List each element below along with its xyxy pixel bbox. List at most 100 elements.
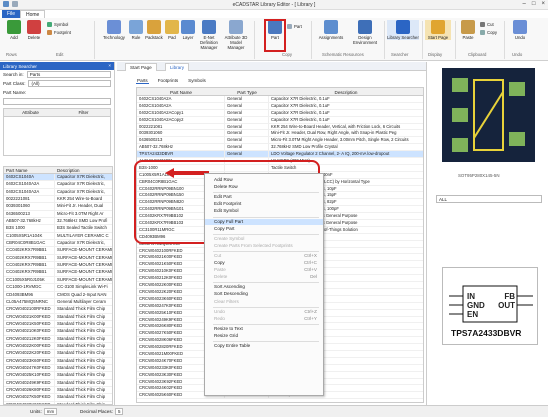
table-row[interactable]: 0039301060 Mini-Fit Jr. Header, Dual [4,203,112,211]
menu-item[interactable]: Add Row [205,177,323,183]
attribute-filter-grid[interactable]: Attribute Filter [3,108,111,156]
symbol-button[interactable]: Symbol [47,22,68,27]
table-row[interactable]: CC0402KRX7R9BB1 SURFACE-MOUNT CERAMI [4,269,112,277]
grid-part-type-header[interactable]: Part Type [225,88,269,95]
table-row[interactable]: CRCW04021K50FKED Standard Thick Film Chip [4,320,112,329]
start-page-button[interactable]: Start Page [425,20,451,40]
table-row[interactable]: CRCW04022K20FKED Standard Thick Film Chip [4,350,112,358]
assignments-button[interactable]: Assignments [314,20,348,40]
technology-button[interactable]: Technology [99,20,129,40]
filter-column-header[interactable]: Filter [57,109,110,116]
table-row[interactable]: CD4093BM96 CMOS Quad 2-Input NAN [4,291,112,299]
part-class-dropdown[interactable]: (All) [28,80,111,87]
table-row[interactable]: CC1005X5R0J105K SURFACE-MOUNT CERAMI [4,276,112,285]
tab-home[interactable]: Home [20,10,46,18]
table-row[interactable]: CC0402KRX7R9BB1 SURFACE-MOUNT CERAMI [4,254,112,263]
parts-result-table[interactable]: Part Name Description 0402CS1040A Capacit… [3,166,113,405]
table-row[interactable]: CRCW04022K00FKED Standard Thick Film Chip [4,342,112,351]
table-row[interactable]: TPS7A2433DBVR General LDO Voltage Regulato… [137,151,423,159]
tab-library[interactable]: Library [165,63,190,71]
tab-footprints[interactable]: Footprints [157,78,179,84]
table-row[interactable]: CRCW040210K0FKED Standard Thick Film Chip [4,328,112,336]
table-row[interactable]: 0402CS1040A2A General Capacitor X7R Dielec… [137,96,423,103]
table-row[interactable]: CRCW040212K0FKED Standard Thick Film Chip [4,335,112,343]
table-row[interactable]: CRCW040247K0FKED Standard Thick Film Chip [4,364,112,373]
part-name-cell: 0039301060 [4,203,55,210]
table-row[interactable]: CRCW04026K80FKED Standard Thick Film Chip [4,386,112,395]
table-row[interactable]: CRCW040249K9FKED Standard Thick Film Chip [4,379,112,387]
design-environment-button[interactable]: Design Environment [350,20,380,45]
grid-part-name-header[interactable]: Part Name [137,88,225,95]
part-name-input[interactable] [3,97,111,105]
table-row[interactable]: 0436500213 General Micro-Fit 3.0TM Right A… [137,137,423,145]
tab-symbols[interactable]: Symbols [187,78,207,84]
close-icon[interactable]: × [541,1,545,7]
menu-item[interactable]: Copy Entire Table [205,343,323,349]
table-row[interactable]: CRCW04021K00FKED Standard Thick Film Chip [4,313,112,321]
maximize-icon[interactable]: □ [532,1,536,7]
attribute-column-header[interactable]: Attribute [4,109,57,116]
table-row[interactable]: AB507-32.768kHz General 32.768kHz SMD Low … [137,144,423,152]
menu-item[interactable]: Resize Grid [205,333,323,339]
part-small-button[interactable]: Part [287,24,302,29]
menu-item[interactable]: Resize to Text [205,326,323,332]
table-row[interactable]: CRCW04023K60FKED Standard Thick Film Chip [4,357,112,365]
copy-button[interactable]: Copy [480,30,497,35]
table-row[interactable]: 0402CS1040A2A Capacitor X7R Dielectric, [4,188,112,197]
table-row[interactable]: 0402CS1040A2A General Capacitor X7R Dielec… [137,102,423,110]
paste-button[interactable]: Paste [458,20,478,40]
table-row[interactable]: 0402CS1040A2A Capacitor X7R Dielectric, [4,181,112,189]
table-row[interactable]: 0436500213 Micro-Fit 3.0TM Right Ar [4,210,112,219]
table-row[interactable]: 0402CS1040A2ACopy2 General Capacitor X7R D… [137,116,423,124]
menu-item[interactable]: Edit Part [205,194,323,200]
table-row[interactable]: 0022221081 KKR 254 Wire-to-Board [4,196,112,204]
table-row[interactable]: AB507-32.768kHz 32.768kHz SMD Low Profi [4,218,112,226]
table-row[interactable]: CBR04C0R8B1GAC Capacitor X7R Dielectric, [4,240,112,248]
description-column-header[interactable]: Description [55,167,82,173]
menu-item[interactable]: Sort Ascending [205,284,323,290]
table-row[interactable]: 0402CS1040A2ACopy1 General Capacitor X7R D… [137,109,423,117]
search-in-dropdown[interactable]: Parts [26,71,111,78]
grid-description-header[interactable]: Description [269,88,423,95]
tab-parts[interactable]: Parts [136,78,149,84]
menu-item[interactable]: Copy Part [205,226,323,232]
layer-button[interactable]: Layer [179,20,197,40]
padstack-button[interactable]: Padstack [143,20,165,40]
table-row[interactable]: CC0402KRX7R9BB1 SURFACE-MOUNT CERAMI [4,247,112,255]
menu-item[interactable]: Edit Footprint [205,201,323,207]
pad-button[interactable]: Pad [164,20,180,40]
menu-item[interactable]: Copy Ctrl+C [205,260,323,266]
table-row[interactable]: 0039301060 General Mini-Fit Jr. Header, Du… [137,130,423,138]
decimals-input[interactable]: 5 [114,408,124,415]
table-row[interactable]: CRCW04027K50FKED Standard Thick Film Chip [4,394,112,402]
tab-file[interactable]: File [2,10,21,18]
menu-item[interactable]: Edit Symbol [205,208,323,214]
menu-item[interactable]: Copy Full Part [205,218,323,225]
minimize-icon[interactable]: – [523,1,526,7]
tab-start-page[interactable]: Start Page [125,63,157,71]
add-button[interactable]: Add [4,20,24,40]
table-row[interactable]: C1005X5R1A104K MULTILAYER CERAMIC C [4,232,112,241]
table-row[interactable]: CL05A475MQ5NRNC General Multilayer Ceram [4,298,112,307]
table-row[interactable]: CRCW04025K10FKED Standard Thick Film Chip [4,372,112,380]
table-row[interactable]: 0402CS1040A Capacitor X7R Dielectric, [4,174,112,182]
menu-item[interactable]: Delete Row [205,184,323,190]
undo-button[interactable]: Undo [510,20,530,40]
cut-button[interactable]: Cut [480,22,494,27]
table-row[interactable]: B3S 1000 B3S Sealed Tactile Switch [4,225,112,233]
layer-filter-dropdown[interactable]: ALL [436,195,542,203]
part-name-column-header[interactable]: Part Name [4,167,55,173]
table-row[interactable]: CRCW0402100RFKED Standard Thick Film Chip [4,306,112,314]
close-panel-icon[interactable]: × [108,63,111,68]
units-dropdown[interactable]: mm [43,408,58,415]
footprint-button[interactable]: Footprint [47,30,71,35]
table-row[interactable]: CC0402KRX7R9BB1 SURFACE-MOUNT CERAMI [4,262,112,270]
menu-item[interactable]: Sort Descending [205,291,323,297]
library-searcher-button[interactable]: Library Searcher [387,20,419,40]
table-row[interactable]: 0022221081 General KKR 254 Wire-to-Board H… [137,123,423,131]
delete-button[interactable]: Delete [24,20,44,40]
model-manager-button[interactable]: Attribute 3D Model Manager [222,20,250,50]
table-row[interactable]: CC1000-1RVMGC CC-3100 SimpleLink Wi-Fi [4,284,112,292]
rule-button[interactable]: Rule [128,20,144,40]
enet-definition-manager-button[interactable]: E-Net Definition Manager [197,20,221,50]
